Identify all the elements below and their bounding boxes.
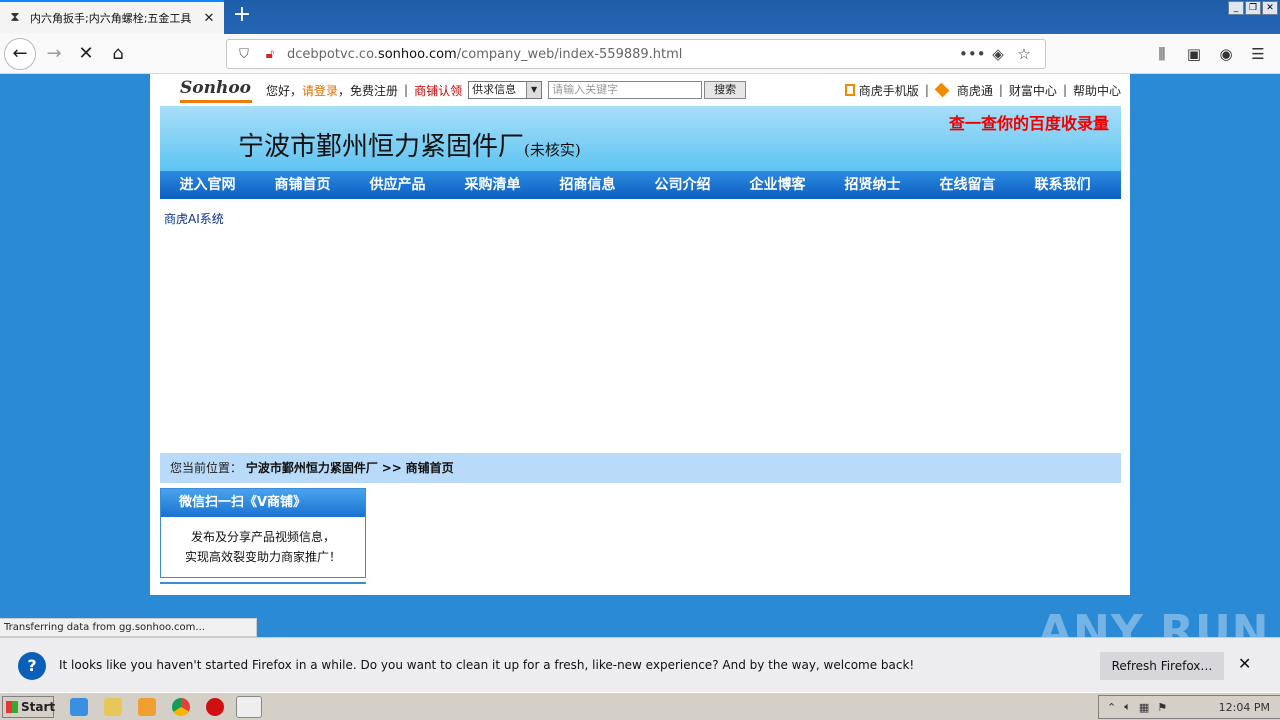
library-icon[interactable]: ⫼ [1146, 38, 1178, 70]
search-type-select[interactable]: 供求信息 [468, 81, 543, 99]
help-link[interactable]: 帮助中心 [1073, 82, 1121, 99]
divider: | [404, 83, 409, 97]
divider: | [924, 83, 929, 97]
breadcrumb-label: 您当前位置： [170, 461, 243, 475]
baidu-link[interactable]: 查一查你的百度收录量 [949, 110, 1109, 134]
nav-bar: ← → ✕ ⌂ ⛉ 🔓︎ dcebpotvc.co.sonhoo.com/com… [0, 34, 1280, 74]
url-text[interactable]: dcebpotvc.co.sonhoo.com/company_web/inde… [287, 47, 959, 62]
web-page: Sonhoo 您好， 请登录 ，免费注册 | 商铺认领 供求信息 请输入关键字 … [150, 74, 1130, 595]
window-controls: _ ❐ ✕ [1228, 1, 1278, 15]
mobile-link[interactable]: 商虎手机版 [859, 82, 919, 99]
menu-item-investment[interactable]: 招商信息 [540, 171, 635, 199]
breadcrumb-sep: >> [381, 461, 402, 475]
sidebar-icon[interactable]: ▣ [1178, 38, 1210, 70]
ai-system-link[interactable]: 商虎AI系统 [164, 210, 224, 227]
site-top-bar: Sonhoo 您好， 请登录 ，免费注册 | 商铺认领 供求信息 请输入关键字 … [160, 74, 1121, 106]
tab-close-icon[interactable]: ✕ [202, 11, 216, 26]
menu-icon[interactable]: ☰ [1242, 38, 1274, 70]
menu-item-contact[interactable]: 联系我们 [1015, 171, 1110, 199]
search-button[interactable]: 搜索 [704, 81, 747, 99]
site-logo[interactable]: Sonhoo [180, 77, 252, 103]
wechat-title: 微信扫一扫《V商铺》 [161, 489, 365, 517]
firefox-taskbar-icon[interactable] [236, 696, 262, 718]
close-window-button[interactable]: ✕ [1262, 1, 1278, 15]
menu-item-message[interactable]: 在线留言 [920, 171, 1015, 199]
start-button[interactable]: Start [2, 696, 55, 718]
company-name-text: 宁波市鄞州恒力紧固件厂 [238, 132, 525, 162]
register-link[interactable]: ，免费注册 [338, 82, 398, 99]
taskbar: Start ⌃ 🔈︎ ▦ ⚑ 12:04 PM [0, 692, 1280, 720]
url-path: /company_web/index-559889.html [456, 46, 683, 62]
new-tab-button[interactable]: + [230, 4, 254, 28]
top-right-links: 商虎手机版 | 商虎通 | 财富中心 | 帮助中心 [844, 82, 1121, 99]
status-text: Transferring data from gg.sonhoo.com... [0, 618, 257, 637]
divider: | [1062, 83, 1067, 97]
menu-item-jobs[interactable]: 招贤纳士 [825, 171, 920, 199]
pocket-icon[interactable]: ◈ [985, 45, 1011, 63]
search-input[interactable]: 请输入关键字 [548, 81, 703, 99]
wechat-line-1: 发布及分享产品视频信息， [190, 530, 335, 544]
wechat-box: 微信扫一扫《V商铺》 发布及分享产品视频信息， 实现高效裂变助力商家推广！ [160, 488, 366, 578]
menu-item-about[interactable]: 公司介绍 [635, 171, 730, 199]
chrome-icon[interactable] [172, 698, 190, 716]
back-button[interactable]: ← [4, 38, 36, 70]
wechat-line-2: 实现高效裂变助力商家推广！ [184, 550, 341, 564]
account-icon[interactable]: ◉ [1210, 38, 1242, 70]
company-name: 宁波市鄞州恒力紧固件厂(未核实) [238, 126, 581, 163]
breadcrumb-company[interactable]: 宁波市鄞州恒力紧固件厂 [246, 461, 378, 475]
main-menu: 进入官网 商铺首页 供应产品 采购清单 招商信息 公司介绍 企业博客 招贤纳士 … [160, 171, 1121, 199]
breadcrumb: 您当前位置： 宁波市鄞州恒力紧固件厂 >> 商铺首页 [160, 453, 1121, 483]
login-link[interactable]: 请登录 [302, 82, 338, 99]
clock[interactable]: 12:04 PM [1219, 701, 1270, 714]
system-tray: ⌃ 🔈︎ ▦ ⚑ 12:04 PM [1098, 695, 1280, 719]
tab-bar: ⧗ 内六角扳手;内六角螺栓;五金工具 ✕ + _ ❐ ✕ [0, 0, 1280, 34]
menu-item-products[interactable]: 供应产品 [350, 171, 445, 199]
forward-button[interactable]: → [38, 38, 70, 70]
stop-button[interactable]: ✕ [70, 38, 102, 70]
home-button[interactable]: ⌂ [102, 38, 134, 70]
notification-close-icon[interactable]: ✕ [1238, 654, 1251, 673]
company-status: (未核实) [524, 141, 581, 159]
insecure-lock-icon[interactable]: 🔓︎ [261, 47, 279, 62]
page-actions-icon[interactable]: ••• [959, 45, 986, 63]
wealth-link[interactable]: 财富中心 [1009, 82, 1057, 99]
divider: | [998, 83, 1003, 97]
mobile-icon [844, 84, 855, 96]
tray-arrow-icon[interactable]: ⌃ [1107, 701, 1116, 714]
url-prefix: dcebpotvc.co. [287, 46, 378, 62]
ie-icon[interactable] [70, 698, 88, 716]
menu-item-website[interactable]: 进入官网 [160, 171, 255, 199]
divider [160, 582, 366, 584]
tab-active[interactable]: ⧗ 内六角扳手;内六角螺栓;五金工具 ✕ [0, 0, 224, 34]
volume-icon[interactable]: 🔈︎ [1124, 700, 1131, 714]
greeting-text: 您好， [266, 83, 303, 98]
question-icon: ? [18, 652, 46, 680]
minimize-button[interactable]: _ [1228, 1, 1244, 15]
shield-icon[interactable]: ⛉ [235, 47, 253, 62]
menu-item-purchases[interactable]: 采购清单 [445, 171, 540, 199]
notification-bar: ? It looks like you haven't started Fire… [0, 637, 1280, 692]
refresh-firefox-button[interactable]: Refresh Firefox… [1100, 652, 1224, 680]
sht-icon [934, 82, 950, 98]
menu-item-blog[interactable]: 企业博客 [730, 171, 825, 199]
media-player-icon[interactable] [138, 698, 156, 716]
bookmark-star-icon[interactable]: ☆ [1011, 45, 1037, 63]
network-icon[interactable]: ▦ [1139, 701, 1149, 714]
menu-item-home[interactable]: 商铺首页 [255, 171, 350, 199]
hourglass-icon: ⧗ [10, 10, 20, 25]
opera-icon[interactable] [206, 698, 224, 716]
notification-message: It looks like you haven't started Firefo… [59, 658, 915, 672]
shop-claim-link[interactable]: 商铺认领 [414, 82, 462, 99]
flag-icon[interactable]: ⚑ [1157, 701, 1167, 714]
explorer-icon[interactable] [104, 698, 122, 716]
breadcrumb-page: 商铺首页 [405, 461, 454, 475]
url-bar[interactable]: ⛉ 🔓︎ dcebpotvc.co.sonhoo.com/company_web… [226, 39, 1046, 69]
tab-title: 内六角扳手;内六角螺栓;五金工具 [30, 12, 192, 25]
maximize-button[interactable]: ❐ [1245, 1, 1261, 15]
url-domain: sonhoo.com [377, 46, 457, 62]
toolbar-right: ⫼ ▣ ◉ ☰ [1146, 38, 1274, 70]
wechat-body: 发布及分享产品视频信息， 实现高效裂变助力商家推广！ [161, 517, 365, 567]
sht-link[interactable]: 商虎通 [957, 82, 993, 99]
company-banner: 宁波市鄞州恒力紧固件厂(未核实) 查一查你的百度收录量 [160, 106, 1121, 171]
